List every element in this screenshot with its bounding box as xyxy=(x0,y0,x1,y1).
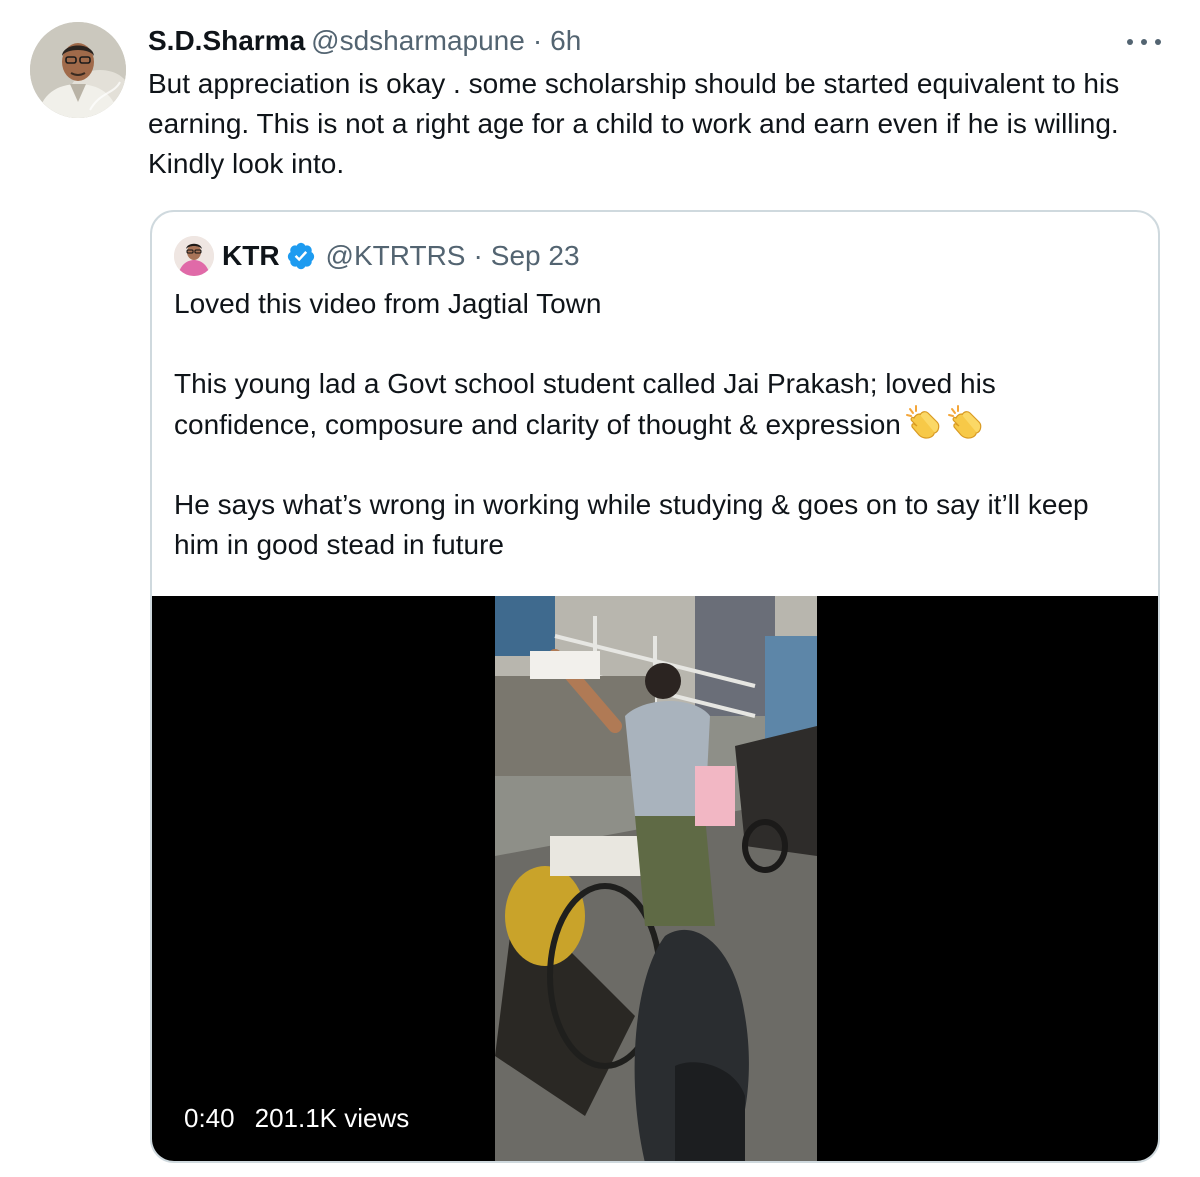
quoted-paragraph: This young lad a Govt school student cal… xyxy=(174,364,1134,445)
ellipsis-icon xyxy=(1141,39,1147,45)
tweet-timestamp[interactable]: 6h xyxy=(550,25,581,56)
ellipsis-icon xyxy=(1127,39,1133,45)
tweet-header: S.D.Sharma @sdsharmapune · 6h xyxy=(148,24,581,58)
separator: · xyxy=(473,240,483,271)
quoted-author-handle[interactable]: @KTRTRS xyxy=(326,236,466,276)
separator: · xyxy=(532,25,543,56)
video-meta: 0:40 201.1K views xyxy=(184,1102,409,1134)
video-player[interactable]: 0:40 201.1K views xyxy=(152,596,1158,1161)
video-view-count: 201.1K views xyxy=(254,1103,410,1133)
tweet: S.D.Sharma @sdsharmapune · 6h But appreciat… xyxy=(0,0,1200,1177)
quoted-tweet-header: KTR @KTRTRS · Sep 23 xyxy=(174,236,580,276)
quoted-tweet-timestamp[interactable]: Sep 23 xyxy=(491,236,580,276)
quoted-author-name[interactable]: KTR xyxy=(222,236,280,276)
verified-badge-icon xyxy=(287,242,314,270)
quoted-tweet[interactable]: KTR @KTRTRS · Sep 23 Loved this video from… xyxy=(150,210,1160,1163)
clapping-hands-icon xyxy=(905,405,940,439)
more-options-button[interactable] xyxy=(1124,28,1164,56)
quoted-paragraph-text: This young lad a Govt school student cal… xyxy=(174,368,996,440)
ellipsis-icon xyxy=(1155,39,1161,45)
clapping-hands-icon xyxy=(947,405,982,439)
video-duration: 0:40 xyxy=(184,1103,235,1133)
video-thumbnail[interactable] xyxy=(495,596,817,1161)
tweet-text: But appreciation is okay . some scholars… xyxy=(148,68,1120,179)
quoted-tweet-text: Loved this video from Jagtial Town This … xyxy=(174,284,1134,565)
author-name[interactable]: S.D.Sharma xyxy=(148,25,305,56)
quoted-paragraph: Loved this video from Jagtial Town xyxy=(174,288,602,319)
author-avatar[interactable] xyxy=(30,22,126,118)
quoted-paragraph: He says what’s wrong in working while st… xyxy=(174,489,1089,560)
author-handle[interactable]: @sdsharmapune xyxy=(311,25,525,56)
quoted-author-avatar[interactable] xyxy=(174,236,214,276)
